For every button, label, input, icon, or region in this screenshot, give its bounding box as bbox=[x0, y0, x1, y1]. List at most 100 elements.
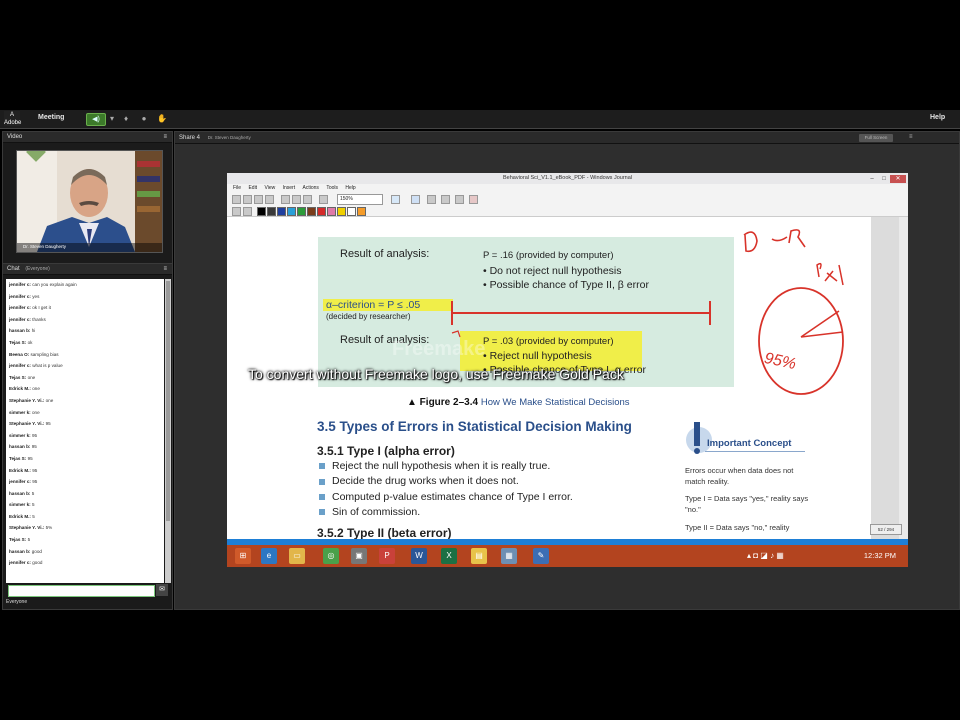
pen-color-swatch[interactable] bbox=[257, 207, 266, 216]
chat-sender: Beena O: bbox=[9, 351, 30, 357]
figure-caption: ▲ Figure 2–3.4 How We Make Statistical D… bbox=[407, 397, 630, 408]
microphone-icon[interactable]: ♦ bbox=[120, 113, 132, 124]
tray-icons[interactable]: ▴ ◘ ◪ ♪ ▦ bbox=[747, 551, 784, 560]
figure-title: How We Make Statistical Decisions bbox=[480, 397, 630, 408]
menu-file[interactable]: File bbox=[233, 185, 241, 191]
chat-sender: simmer k: bbox=[9, 432, 31, 438]
selection-tool-icon[interactable] bbox=[441, 195, 450, 204]
raise-hand-icon[interactable]: ✋ bbox=[156, 113, 168, 124]
chat-message: hassan b: good bbox=[6, 546, 164, 558]
chat-message: jennifer c: thanks bbox=[6, 314, 164, 326]
menu-view[interactable]: View bbox=[264, 185, 275, 191]
pen-color-swatch[interactable] bbox=[297, 207, 306, 216]
maximize-icon[interactable]: □ bbox=[878, 175, 890, 183]
section-heading: 3.5 Types of Errors in Statistical Decis… bbox=[317, 419, 632, 434]
cut-icon[interactable] bbox=[281, 195, 290, 204]
chat-message: simmer k: 5 bbox=[6, 499, 164, 511]
chat-message: jennifer c: what is p value bbox=[6, 360, 164, 372]
subsection-heading: 3.5.1 Type I (alpha error) bbox=[317, 444, 455, 458]
help-menu[interactable]: Help bbox=[930, 114, 945, 121]
journal-icon[interactable]: ✎ bbox=[533, 548, 549, 564]
meeting-menu[interactable]: Meeting bbox=[38, 114, 64, 121]
chevron-down-icon[interactable]: ▾ bbox=[106, 113, 118, 124]
pen-color-swatch[interactable] bbox=[307, 207, 316, 216]
save-icon[interactable] bbox=[254, 195, 263, 204]
send-message-icon[interactable]: ✉ bbox=[156, 584, 168, 596]
full-screen-button[interactable]: Full Screen bbox=[859, 134, 893, 142]
copy-icon[interactable] bbox=[292, 195, 301, 204]
pen-color-swatch[interactable] bbox=[337, 207, 346, 216]
chat-sender: hassan b: bbox=[9, 444, 31, 450]
bullet-square-icon bbox=[319, 493, 325, 500]
powerpoint-icon[interactable]: P bbox=[379, 548, 395, 564]
text-icon[interactable] bbox=[243, 207, 252, 216]
chrome-icon[interactable]: ◎ bbox=[323, 548, 339, 564]
chat-message: Edrick M.: 95 bbox=[6, 465, 164, 477]
folder-icon[interactable]: ▤ bbox=[471, 548, 487, 564]
minimize-icon[interactable]: – bbox=[866, 175, 878, 183]
pen-color-swatch[interactable] bbox=[287, 207, 296, 216]
lasso-icon[interactable] bbox=[455, 195, 464, 204]
pen-color-swatch[interactable] bbox=[357, 207, 366, 216]
internet-explorer-icon[interactable]: e bbox=[261, 548, 277, 564]
print-icon[interactable] bbox=[265, 195, 274, 204]
chat-message: hassan b: 5 bbox=[6, 488, 164, 500]
menu-insert[interactable]: Insert bbox=[283, 185, 296, 191]
eraser-icon[interactable] bbox=[427, 195, 436, 204]
vertical-scrollbar[interactable] bbox=[871, 217, 908, 539]
chat-message: jennifer c: ok I get it bbox=[6, 302, 164, 314]
pod-options-icon[interactable]: ≡ bbox=[163, 264, 167, 274]
pen-color-swatch[interactable] bbox=[277, 207, 286, 216]
share-pod-title: Share 4 bbox=[179, 135, 201, 141]
menu-edit[interactable]: Edit bbox=[248, 185, 257, 191]
pod-options-icon[interactable]: ≡ bbox=[909, 132, 913, 143]
paste-icon[interactable] bbox=[303, 195, 312, 204]
chat-message: Tejas S: 95 bbox=[6, 453, 164, 465]
taskbar-clock[interactable]: 12:32 PM bbox=[864, 551, 896, 560]
scroll-thumb[interactable] bbox=[166, 281, 170, 521]
word-icon[interactable]: W bbox=[411, 548, 427, 564]
scroll-track[interactable] bbox=[899, 217, 908, 539]
chat-text: yes bbox=[32, 293, 40, 299]
pen-color-swatch[interactable] bbox=[327, 207, 336, 216]
flag-icon[interactable] bbox=[469, 195, 478, 204]
chat-message: jennifer c: can you explain again bbox=[6, 279, 164, 291]
pen-color-swatch[interactable] bbox=[347, 207, 356, 216]
close-icon[interactable]: ✕ bbox=[890, 175, 906, 183]
chat-sender: Tejas S: bbox=[9, 374, 27, 380]
chat-text: good bbox=[32, 560, 43, 566]
speaker-icon[interactable]: ◀) bbox=[86, 113, 106, 126]
pen-icon[interactable] bbox=[391, 195, 400, 204]
chat-pod-header: Chat (Everyone) ≡ bbox=[3, 264, 172, 275]
start-icon[interactable]: ⊞ bbox=[235, 548, 251, 564]
freemake-brand-watermark: Freemake bbox=[392, 338, 486, 360]
highlighter-icon[interactable] bbox=[411, 195, 420, 204]
format-icon[interactable] bbox=[232, 207, 241, 216]
type1-bullet: Decide the drug works when it does not. bbox=[319, 475, 573, 490]
app-icon[interactable]: ▣ bbox=[351, 548, 367, 564]
window-title: Behavioral Sci_V1.1_eBook_PDF - Windows … bbox=[502, 175, 632, 181]
open-icon[interactable] bbox=[243, 195, 252, 204]
file-explorer-icon[interactable]: ▭ bbox=[289, 548, 305, 564]
presenter-video: Dr. Steven Daugherty bbox=[16, 150, 163, 253]
pen-color-swatch[interactable] bbox=[317, 207, 326, 216]
new-note-icon[interactable] bbox=[232, 195, 241, 204]
pod-options-icon[interactable]: ≡ bbox=[163, 132, 167, 142]
excel-icon[interactable]: X bbox=[441, 548, 457, 564]
chat-input[interactable] bbox=[8, 585, 155, 597]
chat-scrollbar[interactable] bbox=[165, 279, 171, 583]
pen-color-swatch[interactable] bbox=[267, 207, 276, 216]
menu-tools[interactable]: Tools bbox=[326, 185, 338, 191]
video-pod-header: Video ≡ bbox=[3, 132, 172, 143]
menu-actions[interactable]: Actions bbox=[303, 185, 319, 191]
webcam-icon[interactable]: ● bbox=[138, 113, 150, 124]
chat-text: can you explain again bbox=[32, 282, 77, 287]
chat-message-list: jennifer c: can you explain again jennife… bbox=[6, 279, 164, 583]
zoom-select[interactable]: 150% bbox=[337, 194, 383, 205]
chat-message: simmer k: one bbox=[6, 407, 164, 419]
menu-help[interactable]: Help bbox=[345, 185, 355, 191]
undo-icon[interactable] bbox=[319, 195, 328, 204]
connect-icon[interactable]: ▦ bbox=[501, 548, 517, 564]
chat-recipient-tab[interactable]: Everyone bbox=[6, 598, 46, 607]
chat-sender: simmer k: bbox=[9, 409, 31, 415]
